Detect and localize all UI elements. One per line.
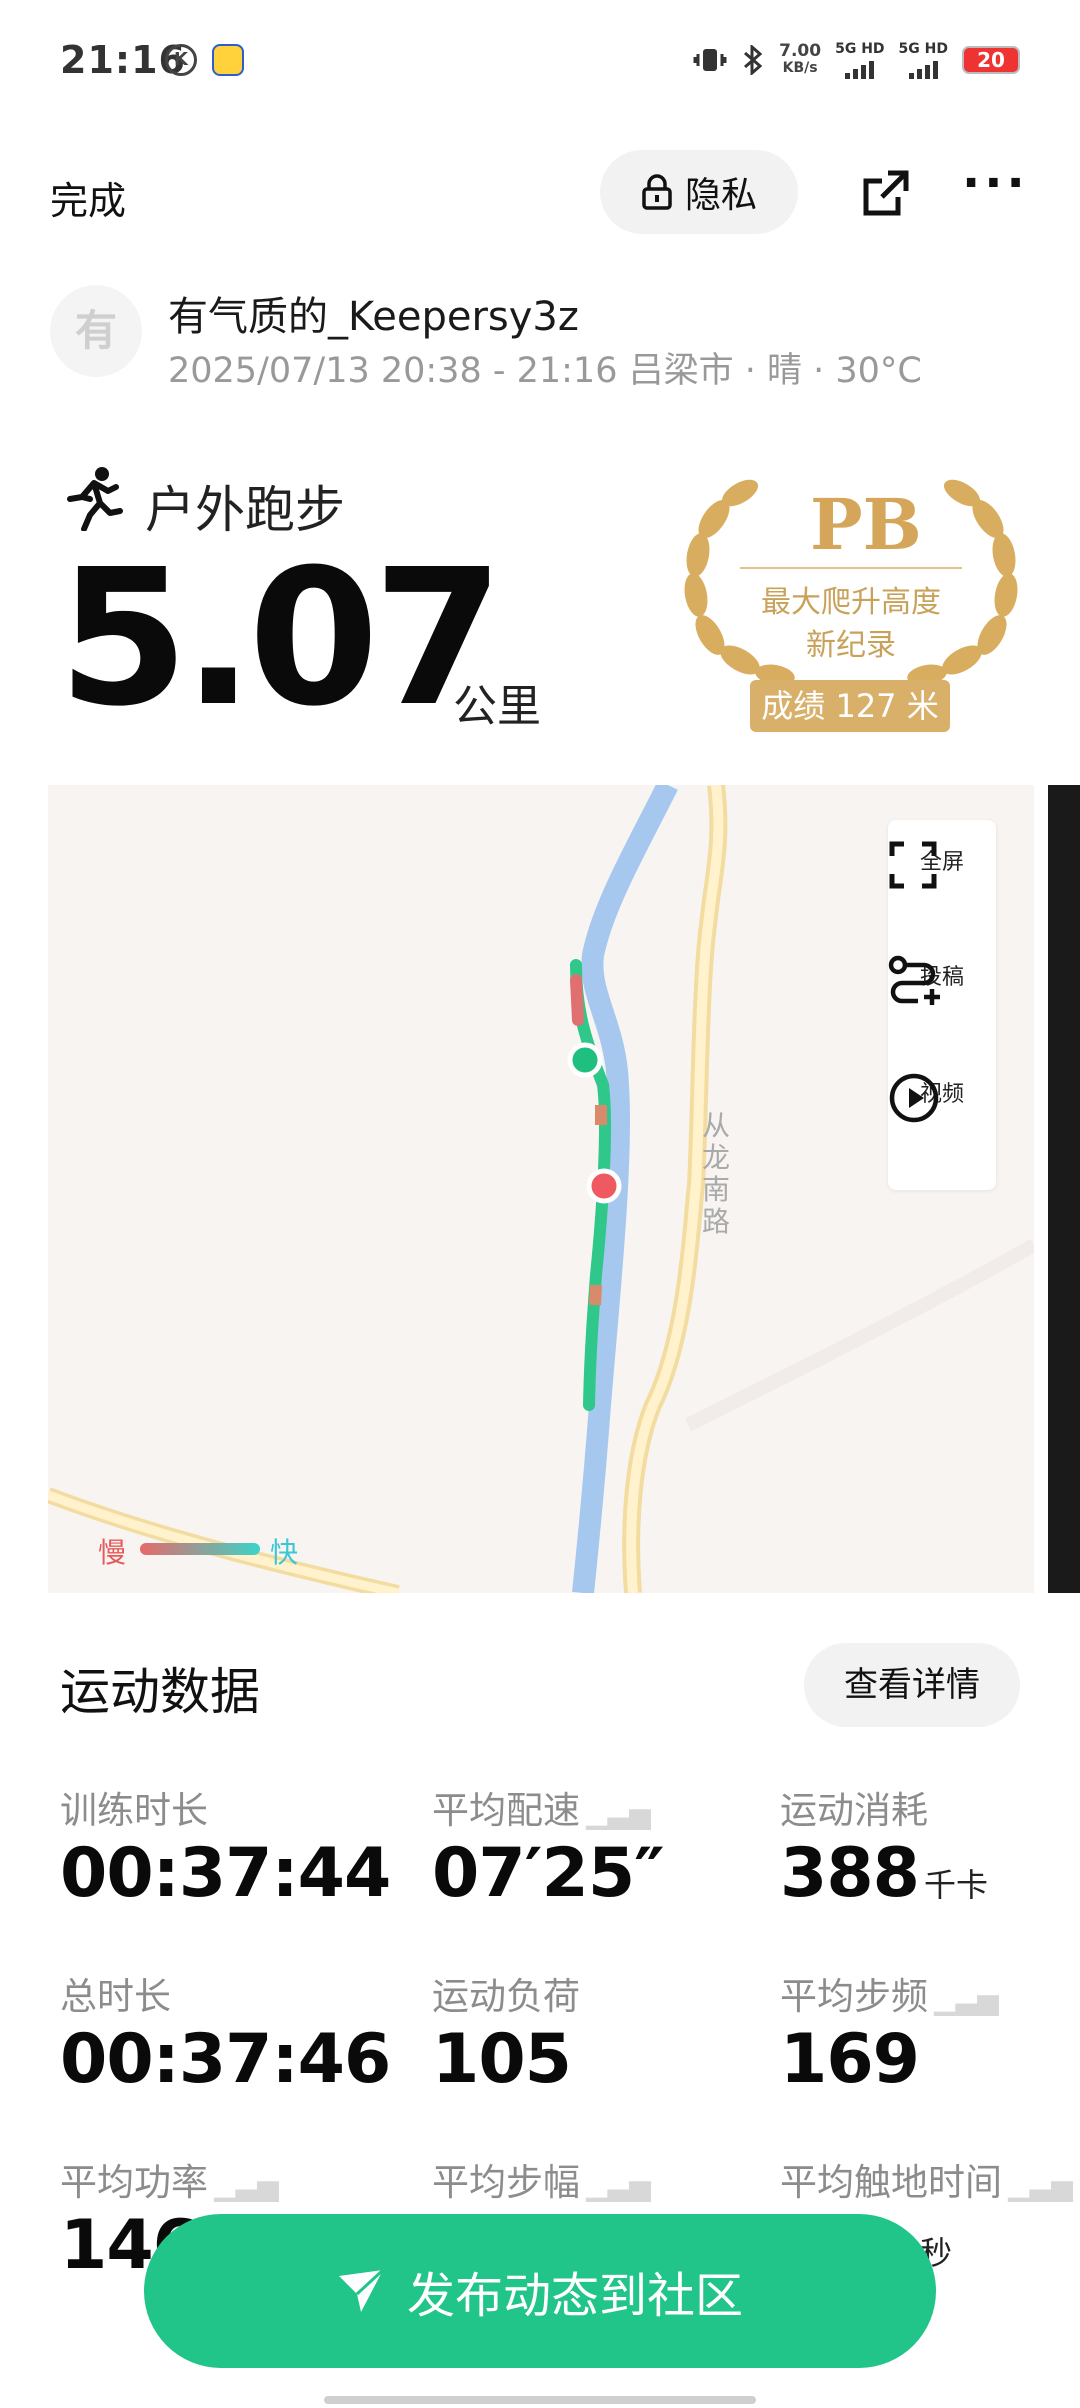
trend-chart-icon: ▁▃▅ (1008, 2169, 1073, 2202)
publish-to-community-button[interactable]: 发布动态到社区 (144, 2214, 936, 2368)
stat-total-time: 总时长 00:37:46 (60, 1966, 391, 2099)
stat-avg-cadence[interactable]: 平均步频 ▁▃▅ 169 (780, 1966, 999, 2099)
distance-unit: 公里 (453, 681, 541, 732)
stat-label: 运动负荷 (432, 1975, 580, 2018)
stat-label: 平均触地时间 (780, 2161, 1002, 2204)
view-details-button[interactable]: 查看详情 (804, 1643, 1020, 1727)
trend-chart-icon: ▁▃▅ (586, 1797, 651, 1830)
legend-slow: 慢 (98, 1536, 127, 1569)
stat-value: 105 (432, 2020, 572, 2099)
stat-value: 169 (780, 2020, 920, 2099)
stat-value: 00:37:46 (60, 2020, 391, 2099)
status-indicators: 7.00 KB/s 5G HD 5G HD 20 (693, 40, 1020, 80)
section-title-stats: 运动数据 (60, 1663, 260, 1721)
route-end-marker (586, 1168, 622, 1204)
fullscreen-icon (889, 841, 937, 889)
pb-result: 成绩 127 米 (750, 680, 950, 732)
home-indicator[interactable] (324, 2396, 756, 2404)
map-toolbar: 全屏 投稿 视频 (888, 820, 996, 1190)
pb-badge[interactable]: PB 最大爬升高度 新纪录 成绩 127 米 (670, 475, 1032, 737)
username: 有气质的_Keepersy3z (168, 294, 579, 340)
k-badge-icon: K (165, 44, 197, 76)
done-button[interactable]: 完成 (50, 170, 126, 225)
pb-line1: 最大爬升高度 (761, 585, 941, 620)
video-button[interactable]: 视频 (888, 1072, 996, 1123)
route-start-marker (567, 1042, 603, 1078)
signal-sim1: 5G HD (835, 41, 885, 79)
bluetooth-icon (744, 45, 763, 75)
pb-line2: 新纪录 (806, 628, 896, 663)
lock-icon (642, 174, 672, 210)
privacy-button[interactable]: 隐私 (600, 150, 798, 234)
signal-sim2: 5G HD (899, 41, 948, 79)
avatar[interactable]: 有 (50, 285, 142, 377)
stat-label: 总时长 (60, 1975, 171, 2018)
distance-value: 5.07 (58, 529, 504, 748)
more-options-icon[interactable]: ··· (962, 159, 1032, 218)
submit-route-icon (888, 955, 940, 1005)
stat-label: 平均配速 (432, 1789, 580, 1832)
vibrate-icon (693, 49, 727, 71)
road-name-label: 从龙南路 (701, 1109, 730, 1238)
pace-legend-bar (140, 1543, 260, 1555)
stat-label: 平均步幅 (432, 2161, 580, 2204)
running-icon (67, 467, 123, 531)
trend-chart-icon: ▁▃▅ (214, 2169, 279, 2202)
publish-label: 发布动态到社区 (406, 2268, 743, 2324)
fullscreen-button[interactable]: 全屏 (888, 840, 996, 889)
activity-meta: 2025/07/13 20:38 - 21:16 吕梁市 · 晴 · 30°C (168, 351, 922, 391)
stat-unit: 千卡 (924, 1866, 989, 1904)
stat-training-load: 运动负荷 105 (432, 1966, 580, 2099)
stat-label: 运动消耗 (780, 1789, 928, 1832)
stat-avg-pace[interactable]: 平均配速 ▁▃▅ 07′25″ (432, 1780, 665, 1913)
stat-value: 07′25″ (432, 1834, 665, 1913)
pb-title: PB (810, 483, 922, 566)
trend-chart-icon: ▁▃▅ (586, 2169, 651, 2202)
stat-value: 00:37:44 (60, 1834, 391, 1913)
stat-label: 训练时长 (60, 1789, 208, 1832)
trend-chart-icon: ▁▃▅ (934, 1983, 999, 2016)
stat-value: 388 (780, 1834, 920, 1913)
battery-indicator: 20 (962, 46, 1020, 74)
route-map[interactable]: 从龙南路 慢 快 全屏 投稿 视频 (48, 785, 1034, 1593)
pb-divider (740, 567, 962, 569)
net-speed: 7.00 KB/s (779, 41, 822, 77)
submit-route-button[interactable]: 投稿 (888, 955, 996, 1005)
map-canvas (48, 785, 1034, 1593)
share-icon[interactable] (858, 165, 914, 221)
app-notification-icon (212, 44, 244, 76)
privacy-label: 隐私 (684, 175, 757, 216)
stat-training-time: 训练时长 00:37:44 (60, 1780, 391, 1913)
next-photo-preview[interactable] (1048, 785, 1080, 1593)
stat-calories: 运动消耗 388 千卡 (780, 1780, 988, 1913)
stat-label: 平均功率 (60, 2161, 208, 2204)
play-video-icon (889, 1073, 939, 1123)
stat-label: 平均步频 (780, 1975, 928, 2018)
stat-avg-stride[interactable]: 平均步幅 ▁▃▅ (432, 2152, 651, 2206)
status-bar: 21:16 K 7.00 KB/s 5G HD 5G HD 20 (0, 0, 1080, 130)
send-plane-icon (338, 2268, 385, 2312)
legend-fast: 快 (270, 1536, 299, 1569)
